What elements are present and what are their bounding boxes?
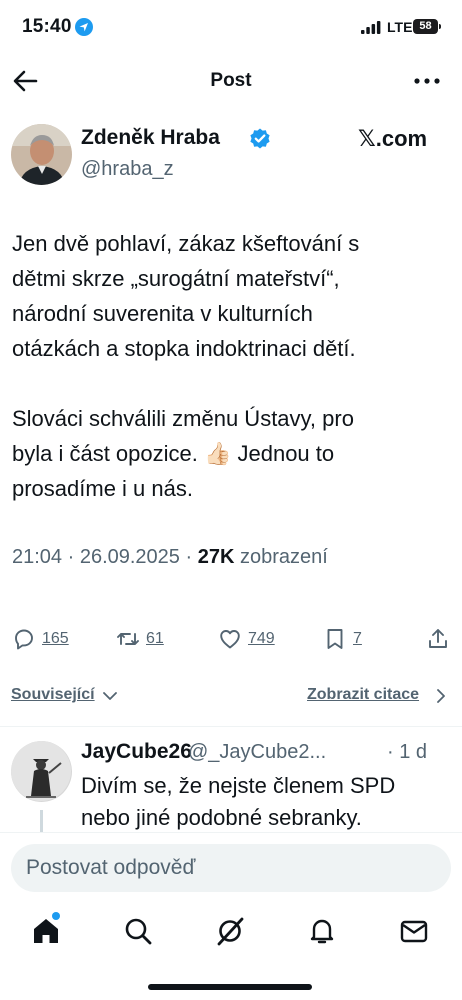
- reply-avatar[interactable]: [11, 741, 72, 802]
- bookmark-count: 7: [353, 630, 362, 647]
- like-icon: [220, 630, 240, 649]
- reply-author-name[interactable]: JayCube26: [81, 740, 192, 764]
- search-icon: [125, 918, 152, 945]
- views-label: zobrazení: [234, 546, 328, 568]
- tab-grok[interactable]: [215, 916, 247, 948]
- reply-count: 165: [42, 630, 69, 647]
- post-paragraph-2: Slováci schválili změnu Ústavy, pro byla…: [12, 406, 354, 501]
- repost-count: 61: [146, 630, 164, 647]
- reply-button[interactable]: 165: [12, 622, 69, 656]
- chevron-right-icon[interactable]: [436, 689, 446, 703]
- notifications-icon: [310, 919, 334, 944]
- more-icon[interactable]: [414, 78, 440, 84]
- reply-text: Divím se, že nejste členem SPD nebo jiné…: [81, 773, 396, 830]
- related-row: Související Zobrazit citace: [0, 684, 462, 710]
- tab-home[interactable]: [31, 916, 63, 948]
- post-paragraph-1: Jen dvě pohlaví, zákaz kšeftování s dětm…: [12, 231, 360, 361]
- messages-icon: [400, 920, 428, 943]
- reply-icon: [15, 629, 33, 650]
- reply-author-handle[interactable]: @_JayCube2...: [188, 741, 326, 764]
- tab-search[interactable]: [123, 916, 155, 948]
- divider: [0, 726, 462, 727]
- home-icon: [34, 919, 58, 943]
- post-timestamp: 21:04 · 26.09.2025 ·: [12, 546, 198, 568]
- post-actions: 165 61 749 7: [0, 622, 462, 656]
- tab-bar: [0, 910, 462, 954]
- author-name[interactable]: Zdeněk Hraba: [81, 126, 220, 150]
- signal-icon: [361, 21, 381, 34]
- author-handle[interactable]: @hraba_z: [81, 158, 174, 181]
- like-button[interactable]: 749: [218, 622, 275, 656]
- verified-badge-icon: [250, 128, 270, 149]
- view-quotes-link[interactable]: Zobrazit citace: [307, 686, 419, 704]
- post-text: Jen dvě pohlaví, zákaz kšeftování s dětm…: [12, 226, 452, 506]
- tab-notifications[interactable]: [307, 916, 339, 948]
- reply-input[interactable]: Postovat odpověď: [11, 844, 451, 892]
- status-time: 15:40: [22, 16, 72, 37]
- network-label: LTE: [387, 19, 413, 35]
- chevron-down-icon[interactable]: [103, 691, 117, 701]
- share-icon: [429, 629, 447, 648]
- bookmark-button[interactable]: 7: [323, 622, 362, 656]
- tab-messages[interactable]: [399, 916, 431, 948]
- repost-button[interactable]: 61: [116, 622, 164, 656]
- bookmark-icon: [327, 629, 343, 649]
- location-arrow-icon: [75, 18, 93, 36]
- author-avatar[interactable]: [11, 124, 72, 185]
- reply-time: · 1 d: [387, 741, 428, 763]
- post-header: Post: [0, 58, 462, 104]
- home-new-indicator: [52, 912, 60, 920]
- repost-icon: [117, 633, 139, 645]
- home-indicator: [148, 984, 312, 990]
- like-count: 749: [248, 630, 275, 647]
- share-button[interactable]: [426, 622, 450, 656]
- thread-line: [40, 810, 43, 832]
- battery-tip: [439, 24, 441, 29]
- page-title: Post: [210, 70, 252, 91]
- views-count: 27K: [197, 546, 235, 568]
- related-dropdown[interactable]: Související: [11, 686, 95, 704]
- grok-icon: [217, 917, 244, 946]
- battery-icon: 58: [413, 19, 438, 34]
- status-bar: 15:40 LTE 58: [0, 0, 462, 56]
- source-label: 𝕏.com: [358, 126, 428, 151]
- post-meta: 21:04 · 26.09.2025 · 27K zobrazení: [12, 546, 328, 569]
